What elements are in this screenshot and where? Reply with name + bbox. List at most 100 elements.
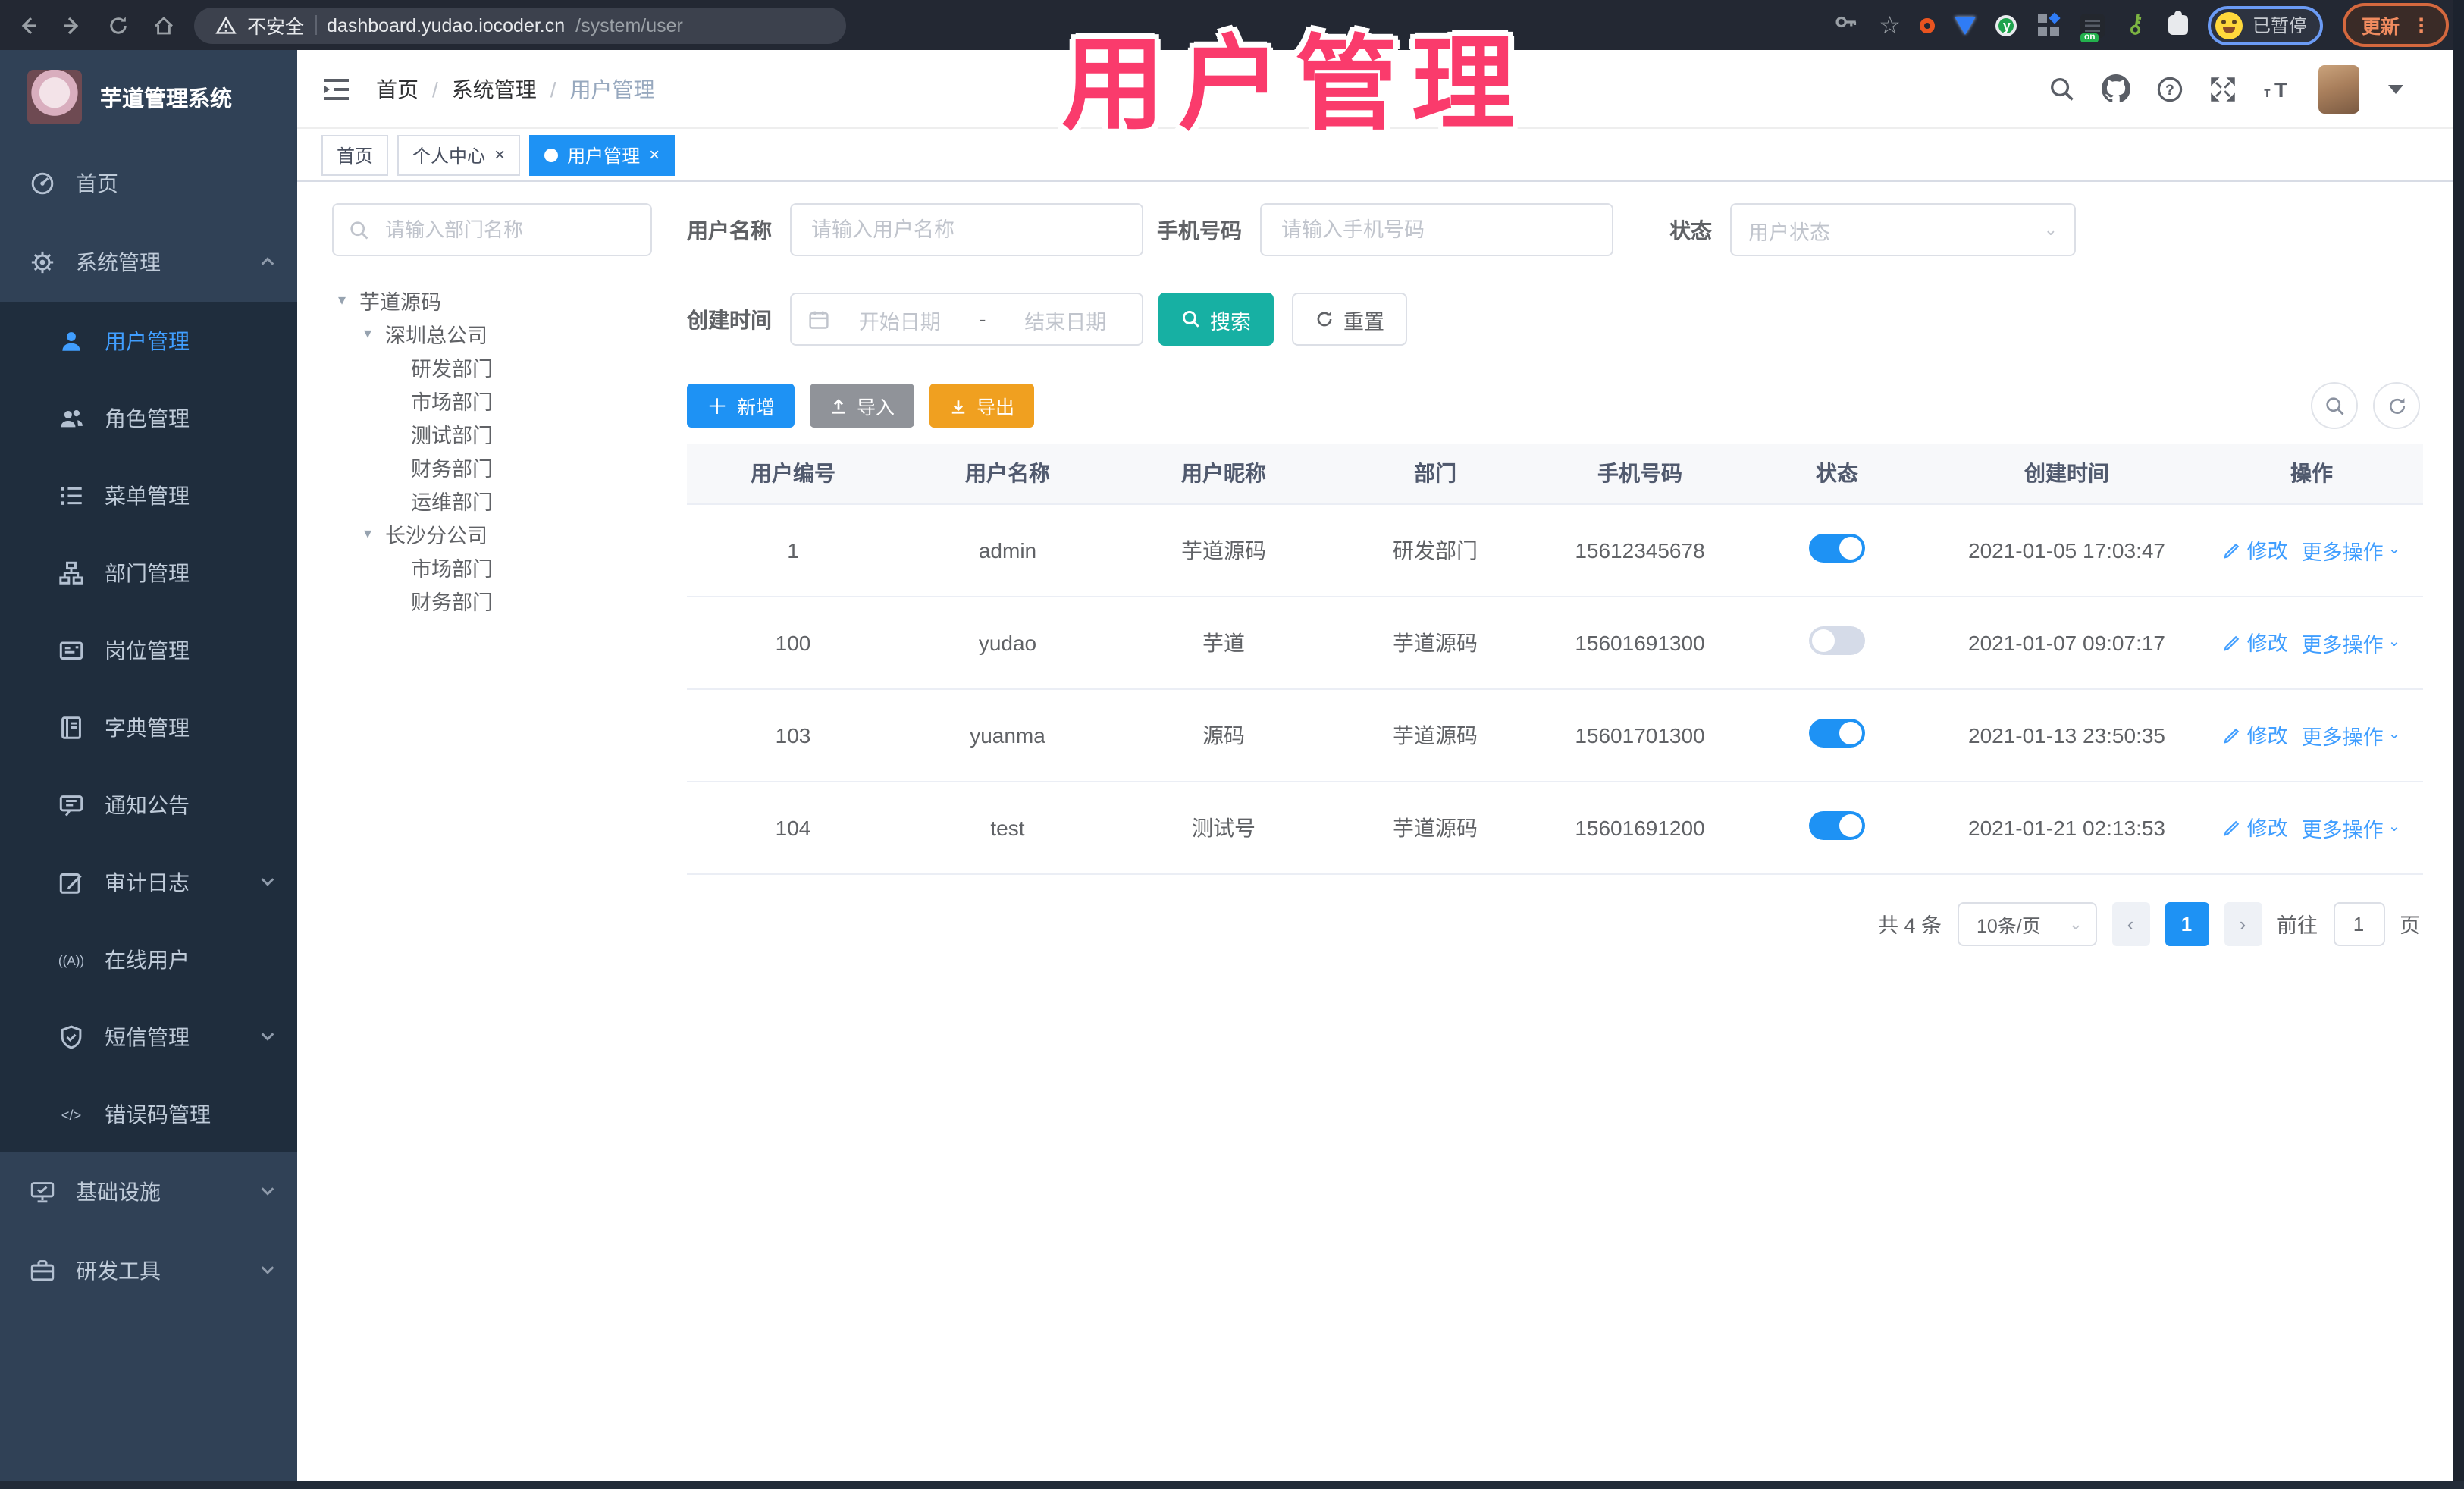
sidebar-item-7[interactable]: 字典管理: [0, 688, 297, 766]
app-logo-row[interactable]: 芋道管理系统: [0, 50, 297, 144]
status-select[interactable]: 用户状态 ⌄: [1730, 203, 2076, 256]
more-actions-link[interactable]: 更多操作 ⌄: [2302, 720, 2401, 751]
header-search-icon[interactable]: [2049, 75, 2076, 102]
chevron-down-icon: ⌄: [2043, 221, 2058, 240]
sidebar-item-9[interactable]: 审计日志: [0, 843, 297, 920]
browser-forward-icon[interactable]: [61, 13, 85, 37]
extension-gem-icon[interactable]: [1955, 16, 1977, 34]
status-toggle[interactable]: [1809, 533, 1865, 562]
sidebar-item-3[interactable]: 角色管理: [0, 379, 297, 456]
tree-node-运维部门[interactable]: 运维部门: [332, 484, 652, 517]
sidebar-item-2[interactable]: 用户管理: [0, 302, 297, 379]
page-size-select[interactable]: 10条/页 ⌄: [1957, 901, 2096, 945]
search-button[interactable]: 搜索: [1158, 293, 1274, 346]
more-actions-link[interactable]: 更多操作 ⌄: [2302, 535, 2401, 566]
tree-node-长沙分公司[interactable]: ▾ 长沙分公司: [332, 517, 652, 550]
extension-ubuntu-icon[interactable]: [1920, 17, 1936, 33]
sidebar-item-4[interactable]: 菜单管理: [0, 456, 297, 534]
reset-button[interactable]: 重置: [1292, 293, 1407, 346]
browser-home-icon[interactable]: [152, 13, 176, 37]
prev-page-button[interactable]: ‹: [2111, 901, 2149, 945]
tree-node-市场部门[interactable]: 市场部门: [332, 550, 652, 584]
mobile-input[interactable]: [1278, 217, 1595, 243]
status-toggle[interactable]: [1809, 810, 1865, 839]
sidebar-item-0[interactable]: 首页: [0, 144, 297, 223]
help-icon[interactable]: ?: [2156, 75, 2183, 102]
tree-node-市场部门[interactable]: 市场部门: [332, 384, 652, 417]
sidebar-item-11[interactable]: 短信管理: [0, 998, 297, 1075]
breadcrumb-item-0[interactable]: 首页: [376, 74, 419, 104]
add-button[interactable]: ＋ 新增: [687, 384, 795, 428]
import-button[interactable]: 导入: [810, 384, 915, 428]
sidebar-item-8[interactable]: 通知公告: [0, 766, 297, 843]
browser-profile-chip[interactable]: 已暂停: [2208, 5, 2324, 45]
edit-link[interactable]: 修改: [2223, 719, 2288, 750]
username-input[interactable]: [808, 217, 1125, 243]
tree-node-深圳总公司[interactable]: ▾ 深圳总公司: [332, 317, 652, 350]
tab-首页[interactable]: 首页: [321, 134, 389, 175]
date-start-placeholder[interactable]: 开始日期: [840, 304, 960, 334]
edit-pencil-icon: [2223, 820, 2239, 836]
refresh-table-button[interactable]: [2373, 382, 2420, 429]
tab-用户管理[interactable]: 用户管理 ×: [529, 134, 676, 175]
sidebar-item-13[interactable]: 基础设施: [0, 1152, 297, 1231]
font-size-icon[interactable]: тT: [2262, 75, 2293, 102]
edit-link[interactable]: 修改: [2223, 534, 2288, 565]
extensions-puzzle-icon[interactable]: [2168, 11, 2189, 35]
tree-node-研发部门[interactable]: 研发部门: [332, 350, 652, 384]
extension-y-icon[interactable]: y: [1995, 14, 2017, 36]
export-button[interactable]: 导出: [929, 384, 1035, 428]
extension-key-icon[interactable]: [2125, 13, 2149, 37]
tab-close-icon[interactable]: ×: [649, 146, 660, 164]
dept-search-input[interactable]: [382, 217, 635, 243]
breadcrumb-item-1[interactable]: 系统管理: [452, 74, 537, 104]
sidebar-item-14[interactable]: 研发工具: [0, 1231, 297, 1310]
address-bar[interactable]: 不安全 dashboard.yudao.iocoder.cn/system/us…: [194, 7, 846, 43]
sidebar-collapse-icon[interactable]: [321, 75, 352, 102]
bookmark-star-icon[interactable]: ☆: [1879, 10, 1901, 40]
extension-onpage-icon[interactable]: on: [2080, 13, 2105, 42]
sidebar: 芋道管理系统 首页 系统管理 用户管理 角色管理 菜单管理 部门管理 岗位管理 字典管理 通知公…: [0, 50, 297, 1481]
tree-caret-icon[interactable]: ▾: [338, 292, 359, 309]
dict-icon: [59, 715, 83, 739]
chevron-down-icon: ⌄: [2387, 819, 2401, 836]
edit-link[interactable]: 修改: [2223, 812, 2288, 842]
page-1-button[interactable]: 1: [2165, 901, 2209, 945]
browser-update-button[interactable]: 更新 ⋮: [2343, 3, 2449, 47]
date-range-picker[interactable]: 开始日期 - 结束日期: [790, 293, 1143, 346]
tree-caret-icon[interactable]: ▾: [364, 325, 385, 342]
hide-search-button[interactable]: [2311, 382, 2358, 429]
mobile-field: [1260, 203, 1613, 256]
browser-back-icon[interactable]: [15, 13, 39, 37]
password-key-icon[interactable]: [1833, 8, 1859, 42]
tree-node-财务部门[interactable]: 财务部门: [332, 584, 652, 617]
edit-link[interactable]: 修改: [2223, 627, 2288, 657]
more-actions-link[interactable]: 更多操作 ⌄: [2302, 813, 2401, 843]
sidebar-item-6[interactable]: 岗位管理: [0, 611, 297, 688]
tab-个人中心[interactable]: 个人中心 ×: [397, 134, 521, 175]
sidebar-item-12[interactable]: </> 错误码管理: [0, 1075, 297, 1152]
user-table: 用户编号 用户名称 用户昵称 部门 手机号码 状态 创建时间 操作 1 admin 芋道源码 研发部…: [687, 444, 2423, 874]
goto-page-input[interactable]: [2333, 901, 2384, 945]
browser-refresh-icon[interactable]: [106, 13, 130, 37]
date-end-placeholder[interactable]: 结束日期: [1006, 304, 1126, 334]
status-toggle[interactable]: [1809, 625, 1865, 654]
sidebar-item-10[interactable]: ((A)) 在线用户: [0, 920, 297, 998]
status-toggle[interactable]: [1809, 718, 1865, 747]
avatar-caret-icon[interactable]: [2388, 84, 2403, 93]
next-page-button[interactable]: ›: [2224, 901, 2262, 945]
browser-menu-dots-icon[interactable]: ⋮: [2412, 14, 2431, 36]
tab-close-icon[interactable]: ×: [494, 146, 505, 164]
github-icon[interactable]: [2102, 74, 2130, 103]
tree-caret-icon[interactable]: ▾: [364, 525, 385, 542]
sidebar-item-1[interactable]: 系统管理: [0, 223, 297, 302]
tree-node-测试部门[interactable]: 测试部门: [332, 417, 652, 450]
tree-node-芋道源码[interactable]: ▾ 芋道源码: [332, 284, 652, 317]
more-actions-link[interactable]: 更多操作 ⌄: [2302, 628, 2401, 658]
sidebar-item-5[interactable]: 部门管理: [0, 534, 297, 611]
tree-node-财务部门[interactable]: 财务部门: [332, 450, 652, 484]
not-secure-warning-icon: [215, 15, 237, 33]
extension-grid-icon[interactable]: [2037, 12, 2061, 37]
user-avatar[interactable]: [2318, 64, 2359, 113]
fullscreen-icon[interactable]: [2209, 75, 2237, 102]
